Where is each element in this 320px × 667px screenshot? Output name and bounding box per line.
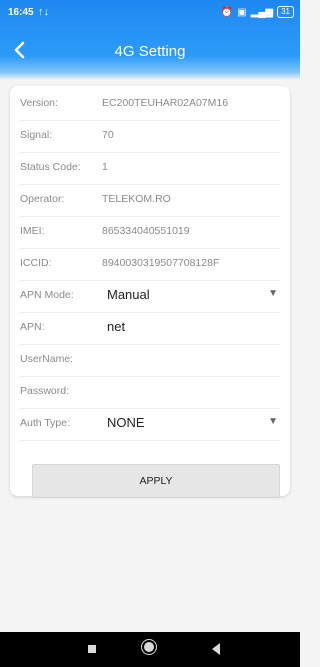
apn-mode-select[interactable]: APN Mode: Manual ▼: [20, 280, 280, 313]
alarm-icon: ⏰: [220, 6, 234, 18]
page-title: 4G Setting: [114, 43, 186, 60]
status-code-label: Status Code:: [20, 161, 81, 173]
signal-value: 70: [102, 129, 114, 141]
battery-icon: 31: [277, 6, 294, 18]
imei-label: IMEI:: [20, 225, 45, 237]
settings-card: Version: EC200TEUHAR02A07M16 Signal: 70 …: [10, 86, 290, 498]
status-code-value: 1: [102, 161, 108, 173]
username-label: UserName:: [20, 353, 74, 365]
password-label: Password:: [20, 385, 70, 397]
iccid-row: ICCID: 8940030319507708128F: [20, 248, 280, 281]
auth-type-select[interactable]: Auth Type: NONE ▼: [20, 408, 280, 441]
triangle-back-icon[interactable]: [212, 643, 220, 655]
username-field[interactable]: UserName:: [20, 344, 280, 377]
status-icons: ⏰ ▣ ▂▄▆ 31: [221, 6, 294, 18]
operator-value: TELEKOM.RO: [102, 193, 171, 205]
auth-type-value[interactable]: NONE: [107, 415, 145, 430]
imei-value: 865334040551019: [102, 225, 190, 237]
apn-field[interactable]: APN: net: [20, 312, 280, 345]
imei-row: IMEI: 865334040551019: [20, 216, 280, 249]
auth-type-label: Auth Type:: [20, 417, 71, 429]
iccid-label: ICCID:: [20, 257, 52, 269]
network-arrows-icon: ↑↓: [38, 6, 49, 18]
signal-row: Signal: 70: [20, 120, 280, 153]
apn-mode-value[interactable]: Manual: [107, 287, 150, 302]
dropdown-caret-icon[interactable]: ▼: [268, 416, 278, 427]
system-nav-bar: [0, 632, 300, 667]
apn-input[interactable]: net: [107, 319, 125, 334]
circle-icon[interactable]: [144, 642, 154, 652]
signal-label: Signal:: [20, 129, 53, 141]
operator-label: Operator:: [20, 193, 65, 205]
version-value: EC200TEUHAR02A07M16: [102, 97, 229, 109]
operator-row: Operator: TELEKOM.RO: [20, 184, 280, 217]
apn-mode-label: APN Mode:: [20, 289, 74, 301]
iccid-value: 8940030319507708128F: [102, 257, 220, 269]
signal-icon: ▂▄▆: [250, 6, 274, 18]
apply-button[interactable]: APPLY: [32, 464, 280, 498]
data-icon: ▣: [237, 6, 247, 18]
version-label: Version:: [20, 97, 58, 109]
status-code-row: Status Code: 1: [20, 152, 280, 185]
dropdown-caret-icon[interactable]: ▼: [268, 288, 278, 299]
apn-label: APN:: [20, 321, 45, 333]
status-time: 16:45: [8, 7, 34, 18]
square-icon[interactable]: [88, 645, 96, 653]
password-field[interactable]: Password:: [20, 376, 280, 409]
version-row: Version: EC200TEUHAR02A07M16: [20, 88, 280, 121]
status-bar: 16:45 ↑↓ ⏰ ▣ ▂▄▆ 31: [0, 0, 300, 26]
